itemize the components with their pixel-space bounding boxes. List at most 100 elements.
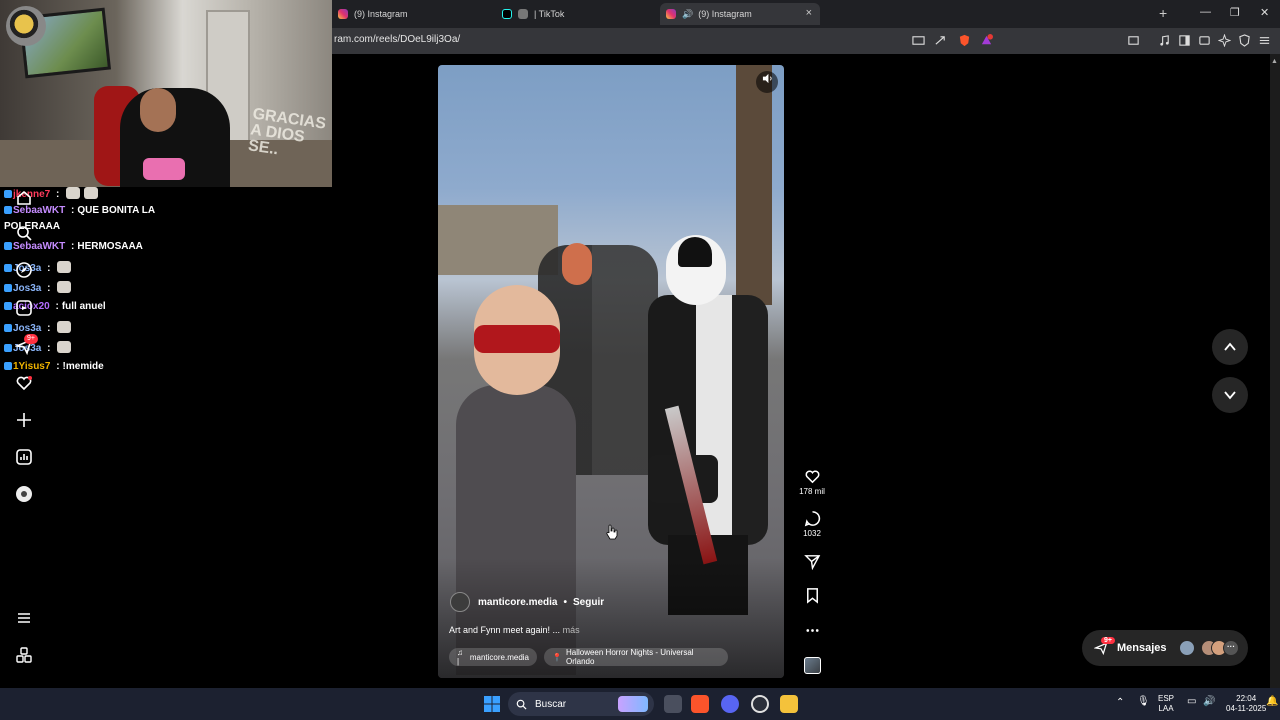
reel-video[interactable]: manticore.media • Seguir Art and Fynn me… [438,65,784,678]
brave-shields-icon[interactable] [958,34,971,47]
brave-rewards-icon[interactable] [980,34,993,47]
menu-icon[interactable] [1258,34,1271,47]
maximize-button[interactable]: ❐ [1230,6,1240,19]
mute-toggle-icon[interactable] [756,71,778,93]
author-username[interactable]: manticore.media [478,597,557,608]
tab-title: (9) Instagram [698,9,752,19]
notifications-heart-icon[interactable] [14,374,34,394]
close-window-button[interactable]: ✕ [1260,6,1269,19]
discord-icon[interactable] [721,695,739,713]
author-avatar[interactable] [450,592,470,612]
location-pin-icon: 📍 [552,652,562,662]
chat-username[interactable]: 1Yisus7 [13,361,50,372]
volume-icon[interactable]: 🔊 [1203,697,1215,707]
also-from-meta-icon[interactable] [14,646,34,666]
sidebar-icon[interactable] [1178,34,1191,47]
chat-message: 1Yisus7 : !memide [4,361,104,372]
audio-thumbnail-image [803,657,821,674]
previous-reel-button[interactable] [1212,329,1248,365]
tiktok-favicon-icon [502,9,512,19]
vpn-icon[interactable] [1238,34,1251,47]
music-note-icon: ♫ | [457,648,463,666]
tab-instagram-active[interactable]: 🔊 (9) Instagram × [660,3,820,25]
location-pill[interactable]: 📍 Halloween Horror Nights - Universal Or… [544,648,728,666]
taskbar-clock[interactable]: 22:04 04-11-2025 [1226,694,1266,714]
more-options-button[interactable] [797,622,827,641]
page-scrollbar[interactable] [1270,54,1280,688]
chat-username[interactable]: Jos3a [13,323,41,334]
home-icon[interactable] [14,189,34,209]
audio-pill[interactable]: ♫ | manticore.media [449,648,537,666]
instagram-favicon-icon [666,9,676,19]
caption-more-link[interactable]: más [563,625,580,635]
save-button[interactable] [797,587,827,606]
network-icon[interactable]: ▭ [1187,697,1196,707]
mouse-cursor-icon [606,524,618,540]
tab-title: (9) Instagram [354,9,408,19]
obs-icon[interactable] [751,695,769,713]
windows-start-icon[interactable] [483,695,501,713]
tab-instagram-1[interactable]: (9) Instagram [332,3,492,25]
wallet-icon[interactable] [1198,34,1211,47]
search-icon[interactable] [14,224,34,244]
cast-icon[interactable] [912,34,925,47]
notification-bell-icon[interactable]: 🔔 [1266,697,1278,707]
more-menu-icon[interactable] [14,609,34,629]
page-favicon-icon [518,9,528,19]
streamer-webcam: GRACIAS A DIOS SE.. [0,0,332,187]
explore-icon[interactable] [14,261,34,281]
chat-message: Jos3a : [4,321,72,334]
leo-ai-icon[interactable] [1218,34,1231,47]
microphone-icon[interactable]: 🎙 [1137,697,1150,707]
taskbar-search-box[interactable]: Buscar [508,692,654,716]
tray-overflow-chevron-icon[interactable]: ⌃ [1116,698,1124,708]
chat-emote-icon [57,321,72,333]
instagram-favicon-icon [338,9,348,19]
chat-username[interactable]: Jos3a [13,283,41,294]
comment-count: 1032 [803,529,821,538]
create-plus-icon[interactable] [14,411,34,431]
task-view-icon[interactable] [664,695,682,713]
chat-badge-icon [4,242,12,250]
follow-button[interactable]: Seguir [573,597,604,608]
chat-message: Jos3a : [4,281,72,294]
language-indicator[interactable]: ESP LAA [1158,694,1174,714]
tab-tiktok[interactable]: | TikTok [496,3,656,25]
chat-emote-icon [57,261,72,273]
chat-emote-icon [57,341,72,353]
chat-separator: : [68,205,75,216]
browser-tab-bar: (9) Instagram | TikTok 🔊 (9) Instagram ×… [332,0,1280,28]
direct-messages-icon[interactable]: 9+ [14,334,38,357]
messages-button[interactable]: 9+ Mensajes ··· [1082,630,1248,666]
like-button[interactable]: 178 mil [797,468,827,496]
close-tab-icon[interactable]: × [806,7,812,19]
share-icon[interactable] [934,34,947,47]
chat-text: HERMOSAAA [77,241,143,252]
reel-caption: Art and Fynn meet again! ... más [449,625,580,635]
comment-button[interactable]: 1032 [797,510,827,538]
speaker-icon[interactable]: 🔊 [682,9,693,20]
dashboard-icon[interactable] [14,448,34,468]
chat-separator: : [52,301,59,312]
reader-mode-icon[interactable] [1127,34,1140,47]
reels-icon[interactable] [14,299,34,319]
chat-text: QUE BONITA LA [77,205,156,216]
next-reel-button[interactable] [1212,377,1248,413]
more-avatars-icon: ··· [1223,640,1239,656]
ellipsis-icon [805,629,819,632]
music-icon[interactable] [1158,34,1171,47]
chat-separator: : [53,361,60,372]
video-bystander-head [562,243,592,285]
profile-avatar-icon[interactable] [14,485,34,505]
chat-badge-icon [4,302,12,310]
address-bar-url[interactable]: ram.com/reels/DOeL9ilj3Oa/ [334,34,460,45]
chat-emote-icon [84,187,99,199]
file-explorer-icon[interactable] [780,695,798,713]
chat-text: !memide [62,361,104,372]
new-tab-button[interactable]: + [1159,5,1167,21]
scroll-up-arrow-icon[interactable]: ▲ [1271,58,1278,65]
audio-thumbnail[interactable] [797,657,827,674]
minimize-button[interactable]: — [1200,6,1211,18]
share-button[interactable] [797,553,827,572]
brave-browser-icon[interactable] [691,695,709,713]
